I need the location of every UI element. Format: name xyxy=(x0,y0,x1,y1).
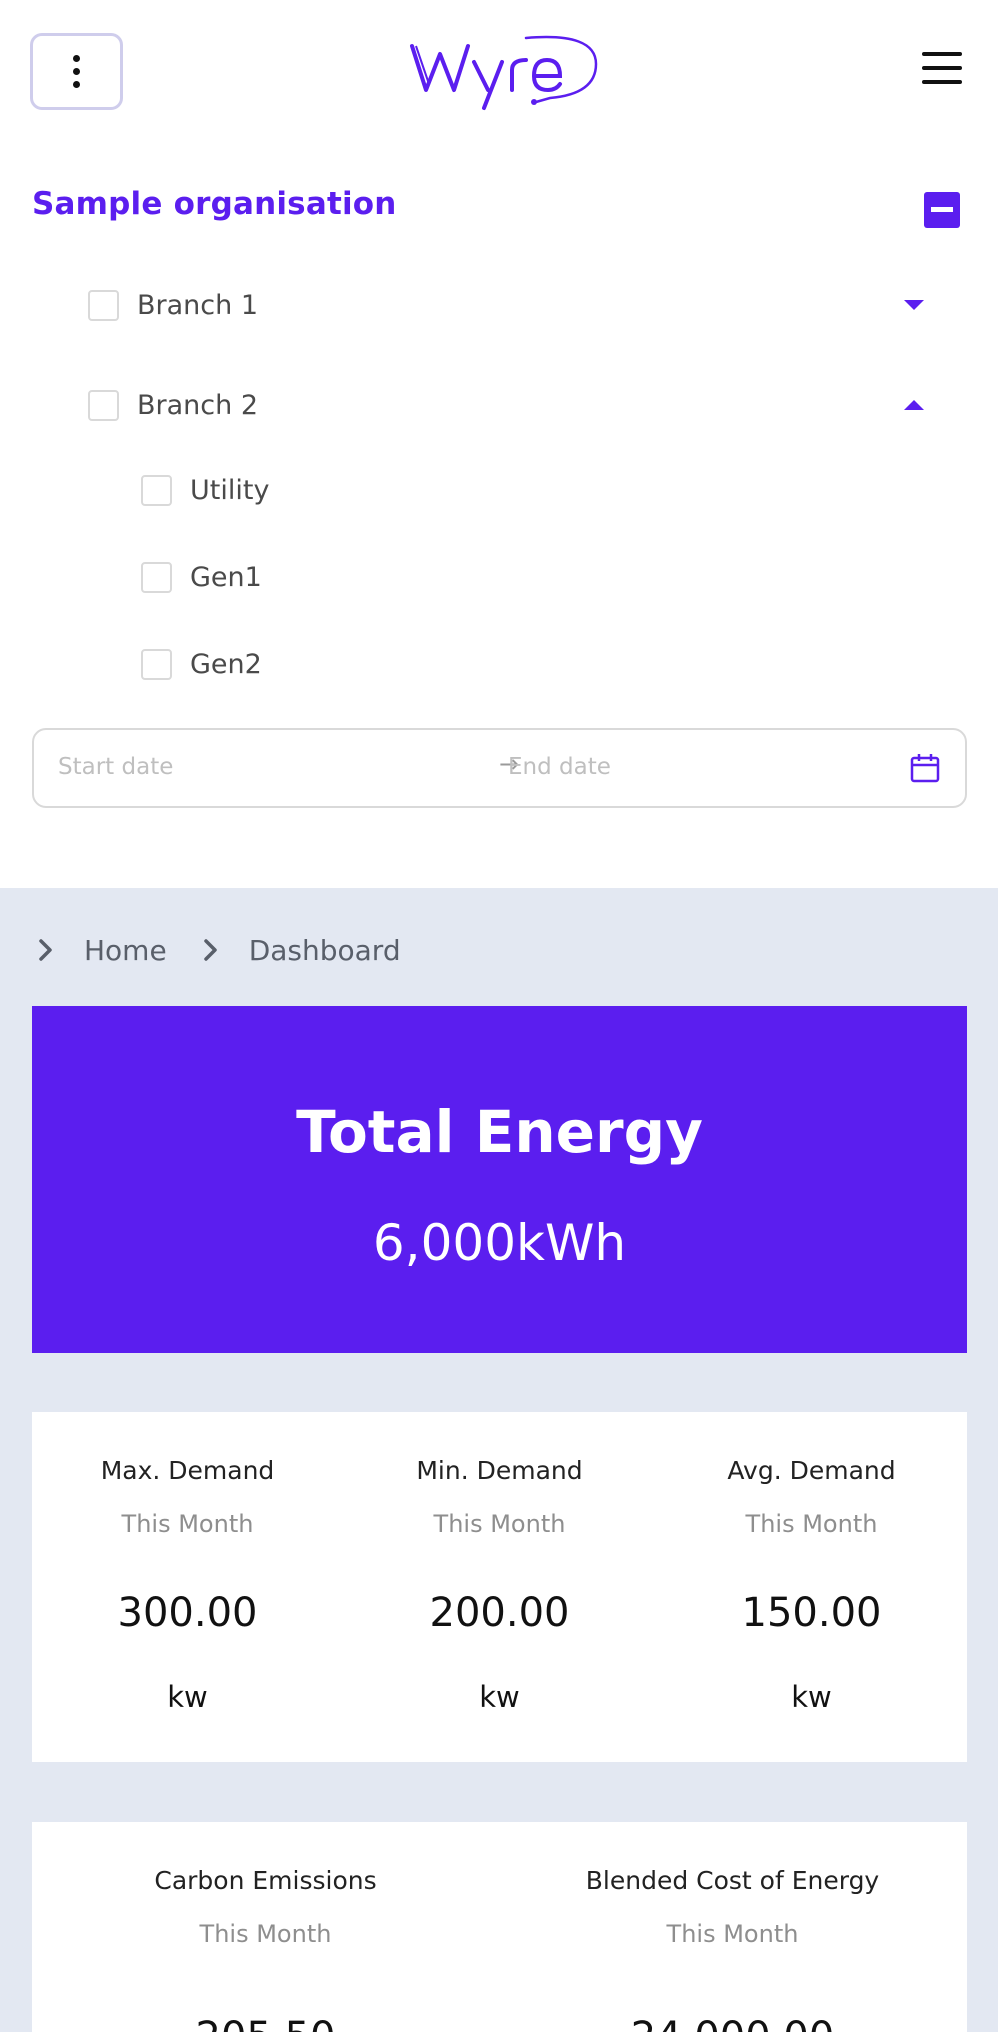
app-header xyxy=(0,0,998,150)
tree-node-label: Branch 2 xyxy=(137,389,258,421)
menu-line xyxy=(922,80,962,84)
tree-node-device[interactable]: Gen2 xyxy=(141,644,262,684)
stat-unit: kw xyxy=(479,1680,520,1714)
stat-period: This Month xyxy=(745,1510,878,1538)
dot xyxy=(73,55,80,62)
checkbox[interactable] xyxy=(141,648,172,680)
stat-title: Min. Demand xyxy=(416,1456,583,1485)
stat-unit: kw xyxy=(791,1680,832,1714)
stat-value: 205.50 xyxy=(32,2014,499,2032)
tree-node-label: Utility xyxy=(190,474,270,506)
stat-title: Max. Demand xyxy=(100,1456,275,1485)
stat-value: 24,000.00 xyxy=(499,2014,966,2032)
tree-node-label: Gen2 xyxy=(190,648,262,680)
dashboard-content: Home Dashboard Total Energy 6,000kWh Max… xyxy=(0,888,998,2032)
tree-node-device[interactable]: Gen1 xyxy=(141,557,262,597)
end-date-input[interactable]: End date xyxy=(508,754,611,780)
stat-min-demand: Min. Demand This Month 200.00 kw xyxy=(344,1412,655,1762)
tree-node-label: Gen1 xyxy=(190,561,262,593)
chevron-right-icon xyxy=(203,939,217,961)
stat-period: This Month xyxy=(121,1510,254,1538)
menu-line xyxy=(922,52,962,56)
stat-blended-cost: Blended Cost of Energy This Month 24,000… xyxy=(499,1822,966,2032)
chevron-right-icon xyxy=(39,939,52,961)
breadcrumb-home[interactable]: Home xyxy=(84,934,167,967)
dot xyxy=(73,81,80,88)
stat-period: This Month xyxy=(666,1920,799,1948)
checkbox[interactable] xyxy=(88,389,119,421)
checkbox[interactable] xyxy=(141,561,172,593)
checkbox[interactable] xyxy=(141,474,172,506)
caret-up-icon[interactable] xyxy=(904,400,924,410)
stat-title: Carbon Emissions xyxy=(154,1866,377,1895)
more-options-button[interactable] xyxy=(30,33,123,110)
demand-stats-card: Max. Demand This Month 300.00 kw Min. De… xyxy=(32,1412,967,1762)
checkbox[interactable] xyxy=(88,289,119,321)
stat-value: 200.00 xyxy=(429,1590,570,1636)
tree-node-device[interactable]: Utility xyxy=(141,470,269,510)
total-energy-title: Total Energy xyxy=(296,1098,703,1166)
stat-max-demand: Max. Demand This Month 300.00 kw xyxy=(32,1412,343,1762)
tree-node-branch[interactable]: Branch 2 xyxy=(88,385,968,425)
stat-carbon-emissions: Carbon Emissions This Month 205.50 xyxy=(32,1822,499,2032)
caret-down-icon[interactable] xyxy=(904,300,924,310)
date-range-picker[interactable]: Start date → End date xyxy=(32,728,967,808)
organisation-row[interactable]: Sample organisation xyxy=(32,186,962,236)
stat-title: Blended Cost of Energy xyxy=(585,1866,880,1895)
stat-avg-demand: Avg. Demand This Month 150.00 kw xyxy=(656,1412,967,1762)
breadcrumb-dashboard[interactable]: Dashboard xyxy=(249,934,401,967)
total-energy-card: Total Energy 6,000kWh xyxy=(32,1006,967,1353)
stat-period: This Month xyxy=(433,1510,566,1538)
stat-title: Avg. Demand xyxy=(727,1456,896,1485)
breadcrumb: Home Dashboard xyxy=(38,930,437,970)
collapse-icon[interactable] xyxy=(924,192,960,228)
stat-unit: kw xyxy=(167,1680,208,1714)
menu-icon[interactable] xyxy=(922,52,962,84)
organisation-name: Sample organisation xyxy=(32,186,397,222)
total-energy-value: 6,000kWh xyxy=(372,1214,627,1272)
stat-period: This Month xyxy=(199,1920,332,1948)
calendar-icon[interactable] xyxy=(909,752,941,784)
stat-value: 150.00 xyxy=(741,1590,882,1636)
dot xyxy=(73,68,80,75)
stat-value: 300.00 xyxy=(117,1590,258,1636)
wyre-logo xyxy=(410,35,598,110)
tree-node-branch[interactable]: Branch 1 xyxy=(88,285,968,325)
tree-node-label: Branch 1 xyxy=(137,289,258,321)
start-date-input[interactable]: Start date xyxy=(58,754,173,780)
menu-line xyxy=(922,66,962,70)
emissions-cost-card: Carbon Emissions This Month 205.50 Blend… xyxy=(32,1822,967,2032)
